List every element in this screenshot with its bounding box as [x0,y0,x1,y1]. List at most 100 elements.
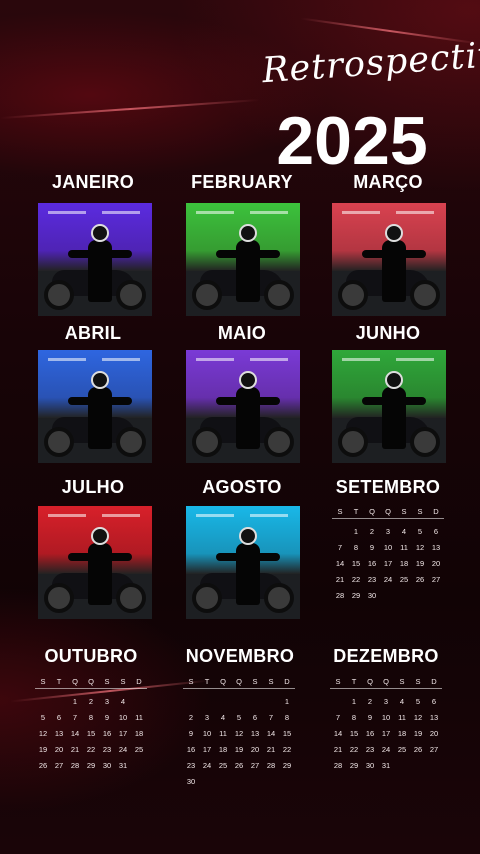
rider-helmet [239,371,257,389]
month-label-setembro: SETEMBRO [335,477,441,497]
motorcycle-wheel [116,583,146,613]
calendar-day: 2 [88,696,94,706]
motorcycle-wheel [44,280,74,310]
weekday-label: S [268,677,274,686]
calendar-day: 3 [385,526,391,536]
rider-arms [216,397,280,405]
calendar-week: 28 29 30 31 [330,757,442,773]
calendar-day: 18 [397,728,407,738]
calendar-day: 25 [397,744,407,754]
weekday-header: STQQSSD [183,677,295,689]
calendar-week: 19 20 21 22 23 24 25 [35,741,147,757]
calendar-day: 3 [204,712,210,722]
calendar-day: 8 [284,712,290,722]
weekday-label: Q [367,677,373,686]
calendar-day: 16 [365,728,375,738]
calendar-day: 29 [351,590,361,600]
calendar-day: 1 [351,696,357,706]
calendar-week: 28 29 30 [332,587,444,603]
calendar-day: 29 [349,760,359,770]
motorcycle-wheel [192,427,222,457]
calendar-week: 2345678 [183,709,295,725]
weekday-label: T [353,507,359,516]
calendar-day: 22 [349,744,359,754]
calendar-day: 4 [399,696,405,706]
calendar-day: 21 [266,744,276,754]
calendar-day: 22 [351,574,361,584]
calendar-day: 20 [429,728,439,738]
calendar-day: 31 [118,760,128,770]
calendar-day: 28 [335,590,345,600]
calendar-day: 4 [401,526,407,536]
weekday-label: Q [369,507,375,516]
photo-agosto [186,506,300,619]
ceiling-light [196,211,234,214]
calendar-day: 5 [417,526,423,536]
weekday-label: T [351,677,357,686]
calendar-day: 25 [399,574,409,584]
calendar-day: 4 [120,696,126,706]
weekday-label: Q [72,677,78,686]
weekday-label: Q [88,677,94,686]
calendar-day: 9 [369,542,375,552]
calendar-day: 19 [234,744,244,754]
calendar-day: 25 [134,744,144,754]
month-label-junho: JUNHO [355,323,421,343]
calendar-day: 12 [234,728,244,738]
photo-abril [38,350,152,463]
calendar-day: 28 [333,760,343,770]
calendar-day: 1 [284,696,290,706]
calendar-day: 25 [218,760,228,770]
calendar-dezembro: S T Q Q S S D 1 2 3 4 5 6 7 8 9 10 11 12 13 14 15 16 17 18 19 20 21… [330,677,442,773]
weekday-label: D [431,677,437,686]
calendar-week: 14 15 16 17 18 19 20 [330,725,442,741]
rider-arms [216,553,280,561]
calendar-day: 22 [282,744,292,754]
motorcycle-wheel [338,427,368,457]
weekday-header: STQQSSD [35,677,147,689]
calendar-day: 27 [429,744,439,754]
weekday-label: S [40,677,46,686]
motorcycle-wheel [44,583,74,613]
calendar-day: 26 [413,744,423,754]
calendar-day: 27 [250,760,260,770]
calendar-day: 15 [86,728,96,738]
calendar-day: 5 [236,712,242,722]
ceiling-light [396,358,434,361]
calendar-day: 15 [282,728,292,738]
rider-helmet [385,224,403,242]
photo-janeiro [38,203,152,316]
calendar-day: 12 [415,542,425,552]
calendar-day: 20 [431,558,441,568]
calendar-day: 3 [104,696,110,706]
calendar-day: 10 [202,728,212,738]
calendar-day: 6 [56,712,62,722]
weekday-label: D [433,507,439,516]
calendar-day: 30 [365,760,375,770]
calendar-day: 19 [415,558,425,568]
photo-marco [332,203,446,316]
calendar-day: 15 [351,558,361,568]
calendar-day: 21 [333,744,343,754]
calendar-day: 27 [54,760,64,770]
motorcycle-wheel [116,280,146,310]
calendar-day: 13 [431,542,441,552]
calendar-day: 1 [353,526,359,536]
calendar-day: 8 [353,542,359,552]
ceiling-light [250,514,288,517]
calendar-day: 21 [335,574,345,584]
title-year: 2025 [276,103,428,179]
weekday-label: S [252,677,258,686]
calendar-day: 27 [431,574,441,584]
calendar-day: 23 [365,744,375,754]
calendar-day: 24 [381,744,391,754]
weekday-label: S [401,507,407,516]
calendar-day: 16 [186,744,196,754]
calendar-week: 123456 [330,693,442,709]
calendar-day: 13 [54,728,64,738]
rider-arms [68,250,132,258]
calendar-day: 12 [38,728,48,738]
calendar-day: 26 [415,574,425,584]
calendar-day: 20 [250,744,260,754]
calendar-day: 31 [381,760,391,770]
